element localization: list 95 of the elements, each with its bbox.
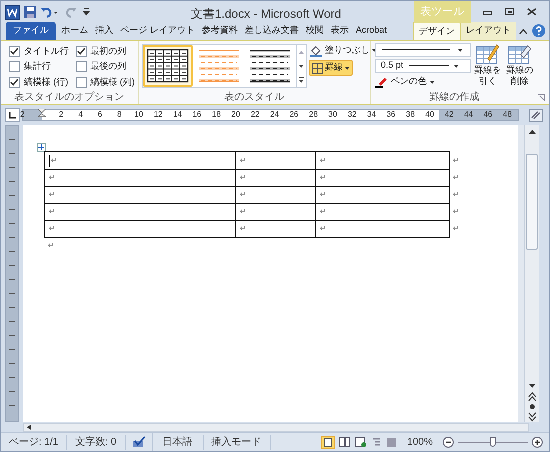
insert-mode-status[interactable]: 挿入モード: [204, 434, 271, 450]
window-title: 文書1.docx - Microsoft Word: [191, 6, 342, 23]
table-cell[interactable]: ↵: [315, 221, 449, 237]
table-cell[interactable]: ↵: [235, 221, 315, 237]
checkbox-label: 縞模様 (行): [24, 76, 68, 89]
context-tab-group-label: 表ツール: [414, 1, 471, 23]
line-weight-value: 0.5 pt: [381, 59, 404, 72]
ribbon-tab[interactable]: デザイン: [413, 22, 461, 40]
ribbon-tab[interactable]: 挿入: [92, 22, 117, 40]
ribbon-tab[interactable]: ページ レイアウト: [117, 22, 199, 40]
paragraph-mark: ↵: [320, 206, 327, 218]
checkbox-label: 集計行: [24, 60, 51, 74]
language-status[interactable]: 日本語: [152, 434, 204, 450]
table-cell[interactable]: ↵: [315, 187, 449, 203]
paragraph-mark: ↵: [320, 223, 327, 235]
checkbox-label: 最初の列: [90, 44, 126, 58]
ruler-number: 30: [328, 109, 338, 121]
row-end-mark: ↵: [452, 206, 460, 218]
ribbon-tab[interactable]: ホーム: [58, 22, 92, 40]
paragraph-mark: ↵: [49, 206, 56, 218]
ruler-number: 10: [134, 109, 144, 121]
group-label: 罫線の作成: [428, 90, 480, 104]
ruler-number: 44: [464, 109, 474, 121]
table-cell[interactable]: ↵: [315, 170, 449, 186]
ruler-number: 18: [212, 109, 222, 121]
ruler-number: 12: [153, 109, 164, 121]
draw-table-button[interactable]: 罫線を 引く: [474, 43, 502, 90]
table-cell[interactable]: ↵: [235, 170, 315, 186]
ruler-number: 24: [270, 109, 280, 121]
ruler-number: 38: [406, 109, 416, 121]
ruler-number: 46: [483, 109, 494, 121]
ruler-number: 8: [116, 109, 123, 121]
ruler-number: 48: [502, 109, 513, 121]
table-cell[interactable]: ↵: [45, 170, 235, 186]
ruler-number: 4: [78, 109, 84, 121]
paragraph-mark: ↵: [240, 206, 247, 218]
paragraph-mark: ↵: [240, 189, 247, 201]
ribbon-tab[interactable]: 表示: [328, 22, 353, 40]
ruler-number: 20: [231, 109, 241, 121]
paragraph-mark: ↵: [49, 189, 56, 201]
shading-button[interactable]: 塗りつぶし: [309, 43, 378, 58]
ribbon-tab[interactable]: ファイル: [6, 22, 56, 40]
ribbon-tab[interactable]: Acrobat: [352, 22, 391, 40]
table-cell[interactable]: ↵: [45, 152, 235, 169]
paragraph-mark: ↵: [49, 172, 56, 184]
paragraph-mark: ↵: [320, 154, 327, 166]
table-cell[interactable]: ↵: [315, 204, 449, 220]
table-cell[interactable]: ↵: [45, 221, 235, 237]
checkbox-label: 最後の列: [90, 60, 126, 74]
group-label: 表のスタイル: [224, 90, 286, 104]
table-cell[interactable]: ↵: [235, 152, 315, 169]
zoom-level[interactable]: 100%: [401, 434, 439, 450]
ruler-number: 22: [250, 109, 260, 121]
page-status[interactable]: ページ: 1/1: [1, 434, 68, 450]
ruler-number: 42: [444, 109, 454, 121]
row-end-mark: ↵: [452, 172, 460, 184]
eraser-button[interactable]: 罫線の 削除: [505, 43, 535, 90]
word-count-status[interactable]: 文字数: 0: [67, 434, 126, 450]
ruler-number: 2: [58, 109, 65, 121]
row-end-mark: ↵: [452, 189, 460, 201]
borders-button[interactable]: 罫線: [309, 60, 353, 76]
paragraph-mark: ↵: [49, 223, 56, 235]
row-end-mark: ↵: [452, 155, 460, 167]
paragraph-mark: ↵: [320, 189, 327, 201]
pen-color-button[interactable]: ペンの色: [375, 75, 435, 89]
ruler-number: 16: [192, 109, 202, 121]
group-label: 表スタイルのオプション: [14, 90, 126, 104]
row-end-mark: ↵: [452, 223, 460, 235]
ruler-number: 32: [347, 109, 358, 121]
ribbon-tab[interactable]: レイアウト: [461, 22, 516, 40]
ribbon-tab[interactable]: 校閲: [302, 22, 328, 40]
line-weight-dropdown[interactable]: 0.5 pt: [375, 59, 471, 73]
ruler-number: 40: [425, 109, 435, 121]
table-cell[interactable]: ↵: [235, 187, 315, 203]
table-cell[interactable]: ↵: [45, 187, 235, 203]
table-cell[interactable]: ↵: [235, 204, 315, 220]
ruler-number: 28: [308, 109, 319, 121]
paragraph-mark: ↵: [240, 223, 247, 235]
paragraph-mark: ↵: [240, 172, 247, 184]
paragraph-mark: ↵: [240, 154, 247, 166]
ribbon-tab[interactable]: 参考資料: [198, 22, 242, 40]
paragraph-mark: ↵: [51, 154, 58, 166]
ruler-number: 14: [172, 109, 183, 121]
paragraph-mark: ↵: [47, 240, 56, 252]
table-cell[interactable]: ↵: [45, 204, 235, 220]
table-cell[interactable]: ↵: [315, 152, 449, 169]
ribbon-tab[interactable]: 差し込み文書: [242, 22, 303, 40]
checkbox-label: 縞模様 (列): [90, 76, 135, 89]
ruler-number: 26: [289, 109, 300, 121]
ruler-number: 36: [386, 109, 396, 121]
ruler-number: 6: [96, 109, 104, 121]
ruler-number: 2: [19, 109, 26, 121]
ruler-number: 34: [366, 109, 377, 121]
checkbox-label: タイトル行: [24, 44, 69, 58]
paragraph-mark: ↵: [320, 172, 327, 184]
